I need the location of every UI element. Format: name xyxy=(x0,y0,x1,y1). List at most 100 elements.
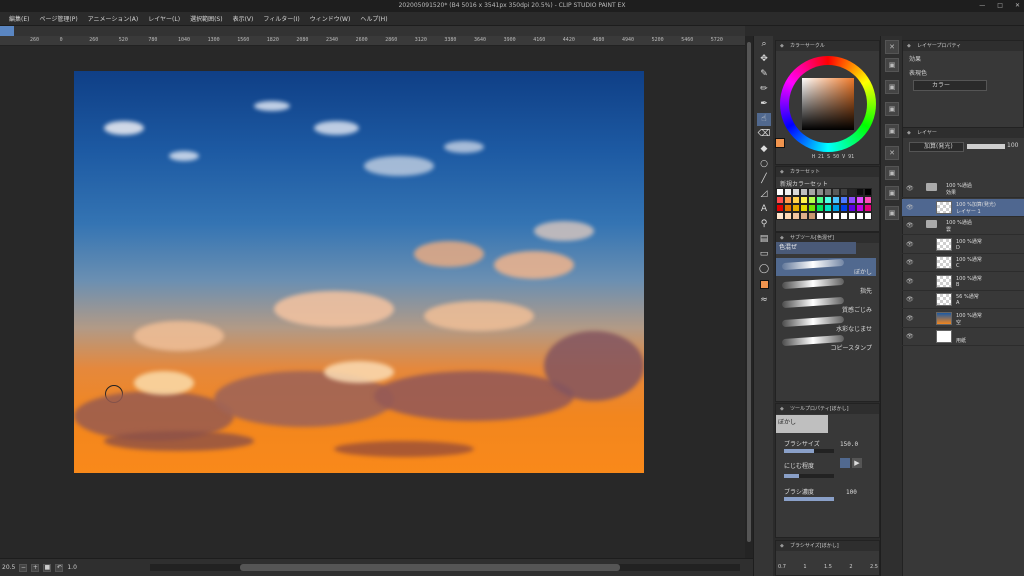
minimize-button[interactable]: — xyxy=(979,0,985,12)
color-wheel[interactable] xyxy=(780,56,880,152)
color-swatch[interactable] xyxy=(776,188,784,196)
pen-tool-icon[interactable]: ✎ xyxy=(757,68,771,81)
eye-icon[interactable]: 👁 xyxy=(906,222,914,229)
color-swatch[interactable] xyxy=(800,196,808,204)
color-swatch[interactable] xyxy=(848,196,856,204)
eye-icon[interactable]: 👁 xyxy=(906,296,914,303)
color-swatch[interactable] xyxy=(832,196,840,204)
color-swatch[interactable] xyxy=(808,204,816,212)
menu-animation[interactable]: アニメーション(A) xyxy=(83,14,144,23)
saturation-value-square[interactable] xyxy=(802,78,854,130)
brush-size-preset[interactable]: 1.5 xyxy=(824,564,832,570)
eye-icon[interactable]: 👁 xyxy=(906,241,914,248)
subtool-item-copy-stamp[interactable]: コピースタンプ xyxy=(776,334,876,352)
layer-row[interactable]: 👁 100 %通常空 xyxy=(902,310,1024,328)
info-icon[interactable]: ▣ xyxy=(885,186,899,200)
brush-tool-icon[interactable]: ✒ xyxy=(757,98,771,111)
gradient-tool-icon[interactable]: ▤ xyxy=(757,233,771,246)
rotation-value[interactable]: 1.0 xyxy=(67,564,77,571)
color-swatch[interactable] xyxy=(856,196,864,204)
color-swatch[interactable] xyxy=(824,188,832,196)
color-swatch[interactable] xyxy=(864,204,872,212)
vertical-scrollbar[interactable] xyxy=(745,36,753,558)
menu-page[interactable]: ページ管理(P) xyxy=(34,14,82,23)
menu-edit[interactable]: 編集(E) xyxy=(4,14,34,23)
play-icon[interactable]: ▶ xyxy=(852,458,862,468)
opacity-value[interactable]: 100 xyxy=(1007,142,1018,149)
layer-search-icon[interactable]: ▣ xyxy=(885,206,899,220)
color-swatch[interactable] xyxy=(800,204,808,212)
brush-size-value[interactable]: 150.0 xyxy=(840,441,858,448)
color-swatch[interactable] xyxy=(776,212,784,220)
subtool-item-watercolor-blend[interactable]: 水彩なじませ xyxy=(776,315,876,333)
eye-icon[interactable]: 👁 xyxy=(906,333,914,340)
eye-icon[interactable]: 👁 xyxy=(906,278,914,285)
layer-row[interactable]: 👁 100 %通過雲 xyxy=(902,217,1024,235)
eye-icon[interactable]: 👁 xyxy=(906,185,914,192)
color-swatch[interactable] xyxy=(800,188,808,196)
layer-row[interactable]: 👁 100 %加算(発光) レイヤー 1 xyxy=(902,198,1024,217)
blur-toggle-button[interactable] xyxy=(840,458,850,468)
color-swatch[interactable] xyxy=(776,204,784,212)
color-swatch[interactable] xyxy=(824,196,832,204)
fill-tool-icon[interactable]: ◆ xyxy=(757,143,771,156)
move-tool-icon[interactable]: ✥ xyxy=(757,53,771,66)
color-swatch[interactable] xyxy=(840,196,848,204)
color-swatch[interactable] xyxy=(832,188,840,196)
transparent-color-icon[interactable]: ≈ xyxy=(757,294,771,307)
brush-density-value[interactable]: 100 xyxy=(846,489,857,496)
expression-color-select[interactable]: カラー xyxy=(913,80,987,91)
color-swatch[interactable] xyxy=(864,212,872,220)
color-swatch[interactable] xyxy=(840,204,848,212)
brush-size-preset[interactable]: 2.5 xyxy=(870,564,878,570)
menu-filter[interactable]: フィルター(I) xyxy=(258,14,304,23)
menu-selection[interactable]: 選択範囲(S) xyxy=(185,14,228,23)
zoom-tool-icon[interactable]: ⌕ xyxy=(757,38,771,51)
eye-icon[interactable]: 👁 xyxy=(906,204,914,211)
eraser-tool-icon[interactable]: ⌫ xyxy=(757,128,771,141)
color-swatch[interactable] xyxy=(816,196,824,204)
menu-layer[interactable]: レイヤー(L) xyxy=(143,14,185,23)
maximize-button[interactable]: □ xyxy=(997,0,1003,12)
color-swatch[interactable] xyxy=(848,204,856,212)
color-swatch[interactable] xyxy=(808,212,816,220)
color-swatch[interactable] xyxy=(832,204,840,212)
navigator-icon[interactable]: ▣ xyxy=(885,58,899,72)
blend-mode-select[interactable]: 加算(発光) xyxy=(909,142,964,152)
main-color-swatch[interactable] xyxy=(757,280,771,293)
canvas-area[interactable] xyxy=(0,46,745,558)
color-swatch[interactable] xyxy=(784,212,792,220)
color-swatch[interactable] xyxy=(848,188,856,196)
menu-help[interactable]: ヘルプ(H) xyxy=(355,14,392,23)
text-tool-icon[interactable]: A xyxy=(757,203,771,216)
color-swatch[interactable] xyxy=(864,188,872,196)
subtool-item-texture-blend[interactable]: 質感ごじみ xyxy=(776,296,876,314)
ruler-tool-icon[interactable]: ◿ xyxy=(757,188,771,201)
color-swatch[interactable] xyxy=(808,188,816,196)
subtool-item-finger[interactable]: 指先 xyxy=(776,277,876,295)
document-tab[interactable] xyxy=(0,26,14,36)
color-swatch[interactable] xyxy=(792,204,800,212)
brush-size-preset[interactable]: 2 xyxy=(849,564,852,570)
drawing-canvas[interactable] xyxy=(74,71,644,473)
color-swatch[interactable] xyxy=(808,196,816,204)
zoom-in-button[interactable]: + xyxy=(31,563,40,572)
color-swatch[interactable] xyxy=(784,204,792,212)
fit-button[interactable]: ■ xyxy=(43,563,52,572)
brush-size-slider[interactable] xyxy=(784,449,834,453)
history-icon[interactable]: ▣ xyxy=(885,124,899,138)
color-swatch[interactable] xyxy=(832,212,840,220)
blur-slider[interactable] xyxy=(784,474,834,478)
layer-row[interactable]: 👁 100 %通常 D xyxy=(902,236,1024,254)
subtool-group-tab[interactable]: 色混ぜ xyxy=(776,242,856,254)
color-swatch[interactable] xyxy=(792,212,800,220)
line-tool-icon[interactable]: ╱ xyxy=(757,173,771,186)
current-color-swatch[interactable] xyxy=(775,138,785,148)
brush-size-preset[interactable]: 0.7 xyxy=(778,564,786,570)
material-icon[interactable]: ▣ xyxy=(885,102,899,116)
horizontal-scroll-thumb[interactable] xyxy=(240,564,620,571)
close-panel-icon[interactable]: ✕ xyxy=(885,40,899,54)
color-swatch[interactable] xyxy=(776,196,784,204)
color-swatch[interactable] xyxy=(792,196,800,204)
pencil-tool-icon[interactable]: ✏ xyxy=(757,83,771,96)
